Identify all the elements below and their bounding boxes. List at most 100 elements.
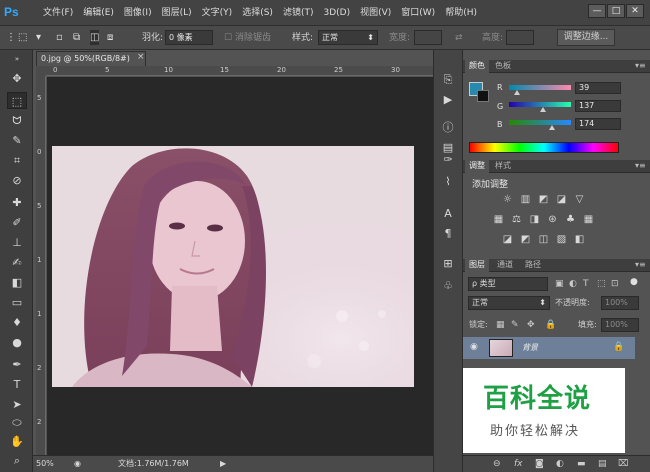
minimize-button[interactable]: — [588,4,606,18]
panel-menu-icon[interactable]: ▾≡ [635,260,646,269]
gradient-map-icon[interactable]: ▨ [555,234,568,246]
color-lookup-icon[interactable]: ▦ [582,214,595,226]
actions-play-icon[interactable]: ▶ [438,92,458,108]
add-selection-icon[interactable]: ⧉ [73,30,80,45]
curves-icon[interactable]: ◩ [537,194,550,206]
tab-color[interactable]: 颜色 [465,60,489,73]
selective-color-icon[interactable]: ◧ [573,234,586,246]
tab-styles[interactable]: 样式 [491,160,515,173]
new-layer-icon[interactable]: ▤ [598,458,607,470]
healing-brush-tool-icon[interactable]: ✚ [7,194,27,211]
posterize-icon[interactable]: ◩ [519,234,532,246]
mask-icon[interactable]: ◙ [535,458,544,470]
hue-saturation-icon[interactable]: ▦ [492,214,505,226]
brush-preset-icon[interactable]: ✑ [438,152,458,168]
lock-position-icon[interactable]: ✥ [527,319,535,331]
tab-paths[interactable]: 路径 [521,259,545,272]
width-input[interactable] [414,30,442,45]
type-tool-icon[interactable]: T [7,376,27,393]
subtract-selection-icon[interactable]: ◫ [90,30,100,45]
menu-edit[interactable]: 编辑(E) [78,0,119,26]
menu-window[interactable]: 窗口(W) [396,0,440,26]
blue-slider-thumb[interactable] [549,125,555,130]
tab-layers[interactable]: 图层 [465,259,489,272]
panel-menu-icon[interactable]: ▾≡ [635,61,646,70]
close-icon[interactable]: × [137,52,145,62]
chevron-down-icon[interactable]: ▾ [36,30,41,45]
filter-adjust-icon[interactable]: ◐ [569,278,577,290]
tab-adjustments[interactable]: 调整 [465,160,489,173]
menu-image[interactable]: 图像(I) [119,0,157,26]
document-tab[interactable]: 0.jpg @ 50%(RGB/8#) [36,51,146,66]
invert-icon[interactable]: ◪ [501,234,514,246]
layer-name[interactable]: 背景 [522,342,538,353]
menu-file[interactable]: 文件(F) [38,0,78,26]
info-icon[interactable]: ⓘ [438,120,458,136]
feather-input[interactable]: 0 像素 [165,30,213,45]
fill-input[interactable]: 100% [601,318,639,332]
exposure-icon[interactable]: ◪ [555,194,568,206]
tab-swatches[interactable]: 色板 [491,60,515,73]
blue-value[interactable]: 174 [575,118,621,130]
close-button[interactable]: ✕ [626,4,644,18]
filter-toggle-icon[interactable]: ● [630,276,638,288]
lock-icon[interactable]: 🔒 [613,342,624,352]
document-image[interactable] [52,146,414,387]
menu-view[interactable]: 视图(V) [355,0,396,26]
red-value[interactable]: 39 [575,82,621,94]
black-white-icon[interactable]: ◨ [528,214,541,226]
fx-icon[interactable]: fx [514,458,523,470]
pen-tool-icon[interactable]: ✒ [7,356,27,373]
lasso-tool-icon[interactable]: ᗢ [7,112,27,129]
maximize-button[interactable]: □ [607,4,625,18]
eyedropper-tool-icon[interactable]: ⊘ [7,172,27,189]
green-slider-thumb[interactable] [540,107,546,112]
refine-edge-button[interactable]: 调整边缘... [557,29,615,46]
menu-type[interactable]: 文字(Y) [197,0,238,26]
height-input[interactable] [506,30,534,45]
clone-stamp-tool-icon[interactable]: ⊥ [7,234,27,251]
gradient-tool-icon[interactable]: ▭ [7,294,27,311]
zoom-tool-icon[interactable]: ⌕ [7,452,27,469]
layer-filter-select[interactable]: ρ 类型 [468,277,548,291]
shape-tool-icon[interactable]: ⬭ [7,414,27,431]
crop-tool-icon[interactable]: ⌗ [7,152,27,169]
history-icon[interactable]: ⎘ [438,72,458,88]
history-brush-tool-icon[interactable]: ✍ [7,254,27,271]
photo-filter-icon[interactable]: ⊛ [546,214,559,226]
quick-select-tool-icon[interactable]: ✎ [7,132,27,149]
marquee-tool-icon[interactable]: ⬚ [7,92,27,109]
menu-layer[interactable]: 图层(L) [157,0,197,26]
antialias-checkbox-icon[interactable]: ☐ [224,31,232,45]
status-menu-icon[interactable]: ◉ [74,458,81,470]
menu-3d[interactable]: 3D(D) [318,0,355,26]
lock-pixels-icon[interactable]: ✎ [511,319,519,331]
link-icon[interactable]: ⊖ [493,458,501,470]
tab-channels[interactable]: 通道 [493,259,517,272]
filter-type-icon[interactable]: T [583,278,589,290]
hand-tool-icon[interactable]: ✋ [7,433,27,450]
green-value[interactable]: 137 [575,100,621,112]
brush-tool-icon[interactable]: ✐ [7,214,27,231]
blue-slider[interactable] [509,120,571,125]
filter-smart-icon[interactable]: ⊡ [611,278,619,290]
intersect-selection-icon[interactable]: ⧈ [107,30,113,45]
trash-icon[interactable]: ⌧ [618,458,628,470]
lock-all-icon[interactable]: 🔒 [545,319,556,331]
channel-mixer-icon[interactable]: ♣ [564,214,577,226]
color-balance-icon[interactable]: ⚖ [510,214,523,226]
lock-transparent-icon[interactable]: ▦ [496,319,505,331]
new-selection-icon[interactable]: ▫ [56,30,63,45]
color-spectrum-bar[interactable] [469,142,619,153]
zoom-level[interactable]: 50% [36,458,54,470]
menu-select[interactable]: 选择(S) [237,0,278,26]
background-color-swatch[interactable] [477,90,489,102]
collapse-icon[interactable]: » [7,54,27,64]
menu-filter[interactable]: 滤镜(T) [278,0,319,26]
filter-pixel-icon[interactable]: ▣ [555,278,564,290]
brush-icon[interactable]: ⌇ [438,174,458,190]
blend-mode-select[interactable]: 正常 ⬍ [468,296,550,310]
path-select-tool-icon[interactable]: ➤ [7,396,27,413]
layer-thumbnail[interactable] [489,339,513,357]
opacity-input[interactable]: 100% [601,296,639,310]
